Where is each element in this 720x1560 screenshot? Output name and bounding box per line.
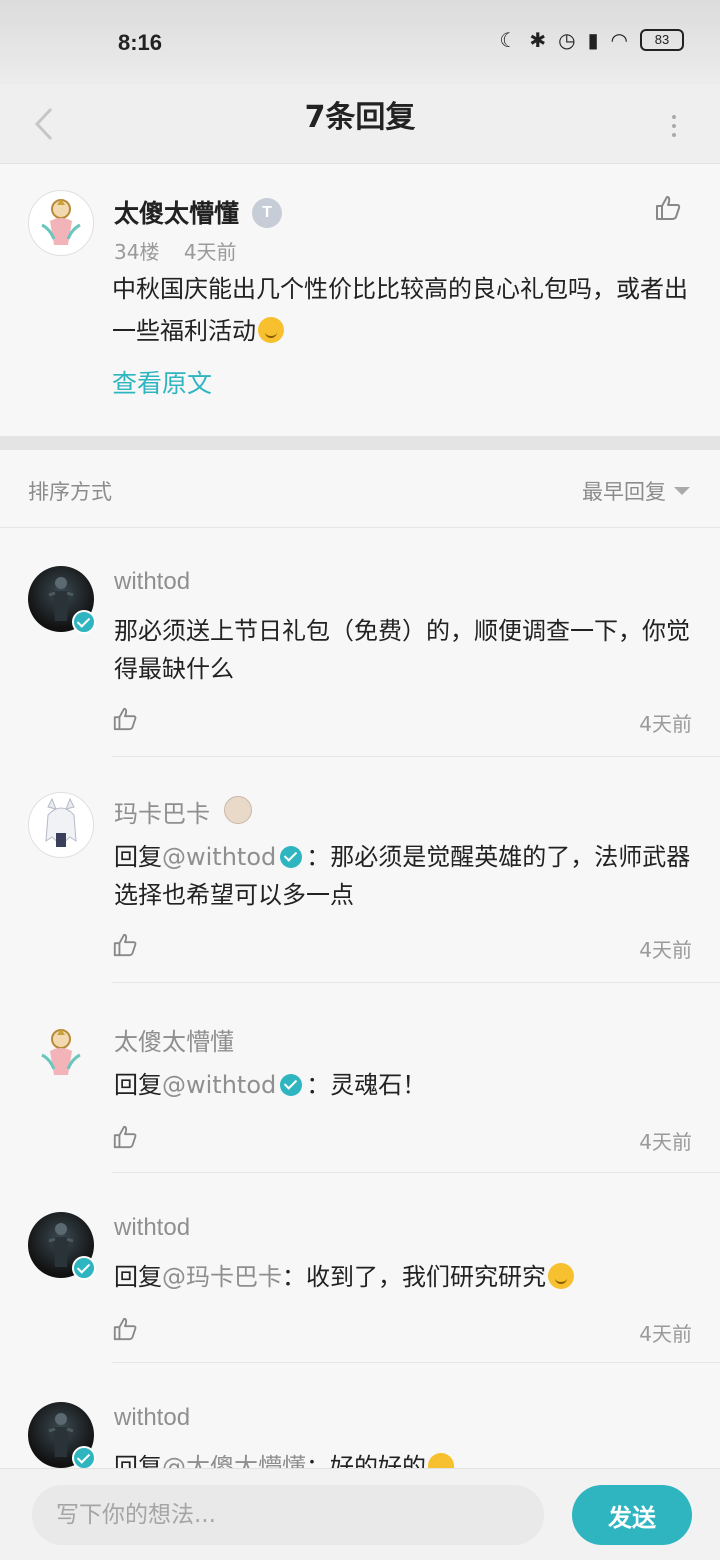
reply-body: ：好的好的	[306, 1453, 426, 1468]
thumbs-up-icon	[113, 1125, 137, 1149]
thumbs-up-icon	[113, 933, 137, 957]
mention-link[interactable]: @太傻太懵懂	[162, 1453, 306, 1468]
reply-avatar[interactable]	[28, 792, 94, 858]
caret-down-icon	[674, 487, 690, 495]
thumbs-up-icon	[113, 1317, 137, 1341]
view-original-link[interactable]: 查看原文	[112, 364, 212, 400]
reply-time: 4天前	[639, 1130, 692, 1154]
post-time: 4天前	[183, 240, 237, 264]
reply-divider	[112, 1172, 720, 1173]
sort-selected: 最早回复	[582, 480, 666, 504]
mention-link[interactable]: @玛卡巴卡	[162, 1263, 282, 1291]
post-floor: 34楼	[114, 240, 160, 264]
reply-like-button[interactable]	[112, 1316, 138, 1346]
battery-indicator: 83	[640, 29, 684, 51]
reply-avatar[interactable]	[28, 1020, 94, 1086]
reply-item: withtod 回复@太傻太懵懂：好的好的	[0, 1402, 720, 1468]
more-menu-button[interactable]	[664, 106, 684, 146]
reply-author[interactable]: 玛卡巴卡	[114, 794, 210, 829]
verified-badge-icon	[280, 1074, 303, 1096]
verified-badge-icon	[72, 610, 96, 634]
status-icons: ☾ ✱ ◷ ▮ ◠ 83	[499, 28, 684, 52]
reply-list: withtod 那必须送上节日礼包（免费）的，顺便调查一下，你觉得最缺什么 4天…	[0, 528, 720, 1468]
reply-item: 玛卡巴卡 回复@withtod ：那必须是觉醒英雄的了，法师武器选择也希望可以多一…	[0, 792, 720, 983]
alarm-icon: ◷	[558, 28, 576, 52]
reply-item: withtod 那必须送上节日礼包（免费）的，顺便调查一下，你觉得最缺什么 4天…	[0, 566, 720, 757]
reply-text: 回复@withtod ：灵魂石！	[114, 1066, 694, 1104]
post-author-name[interactable]: 太傻太懵懂	[114, 194, 239, 230]
bluetooth-icon: ✱	[529, 28, 547, 52]
verified-badge-icon	[72, 1256, 96, 1280]
mention-link[interactable]: @withtod	[162, 1071, 276, 1099]
grin-sweat-emoji-icon	[428, 1453, 454, 1468]
reply-author[interactable]: 太傻太懵懂	[114, 1022, 234, 1057]
status-time: 8:16	[118, 30, 163, 55]
more-dots-icon	[672, 115, 676, 119]
reply-time: 4天前	[639, 938, 692, 962]
reply-like-button[interactable]	[112, 1124, 138, 1154]
avatar-figure-icon	[41, 199, 81, 245]
reply-divider	[112, 982, 720, 983]
moon-icon: ☾	[499, 28, 518, 52]
reply-like-button[interactable]	[112, 706, 138, 736]
reply-author[interactable]: withtod	[114, 1404, 190, 1432]
status-bar: 8:16 ☾ ✱ ◷ ▮ ◠ 83	[0, 0, 720, 84]
reply-like-button[interactable]	[112, 932, 138, 962]
section-divider	[0, 436, 720, 450]
grin-sweat-emoji-icon	[548, 1263, 574, 1289]
sort-dropdown[interactable]: 最早回复	[582, 476, 690, 506]
relieved-emoji-icon	[258, 317, 284, 343]
wifi-icon: ◠	[610, 28, 628, 52]
reply-divider	[112, 756, 720, 757]
composer-bar: 发送	[0, 1468, 720, 1560]
reply-author[interactable]: withtod	[114, 568, 190, 596]
comment-input[interactable]	[32, 1485, 544, 1545]
reply-prefix: 回复	[114, 1071, 162, 1099]
post-meta: 34楼 4天前	[114, 236, 237, 265]
reply-time: 4天前	[639, 1322, 692, 1346]
reply-time: 4天前	[639, 712, 692, 736]
reply-text: 回复@太傻太懵懂：好的好的	[114, 1448, 694, 1468]
verified-badge-icon	[280, 846, 303, 868]
post-author-avatar[interactable]	[28, 190, 94, 256]
post-like-button[interactable]	[654, 194, 682, 226]
nav-bar: 7条回复	[0, 84, 720, 164]
reply-prefix: 回复	[114, 843, 162, 871]
reply-body: ：灵魂石！	[306, 1071, 427, 1099]
avatar-fox-girl-icon	[45, 797, 77, 847]
sort-bar: 排序方式 最早回复	[0, 450, 720, 528]
reply-divider	[112, 1362, 720, 1363]
post-body-text: 中秋国庆能出几个性价比比较高的良心礼包吗，或者出一些福利活动	[112, 275, 688, 345]
reply-prefix: 回复	[114, 1263, 162, 1291]
reply-author[interactable]: withtod	[114, 1214, 190, 1242]
avatar-figure-icon	[41, 1029, 81, 1075]
reply-text: 回复@withtod ：那必须是觉醒英雄的了，法师武器选择也希望可以多一点	[114, 838, 694, 914]
reply-body: ：收到了，我们研究研究	[282, 1263, 546, 1291]
signal-icon: ▮	[587, 28, 599, 52]
send-button[interactable]: 发送	[572, 1485, 692, 1545]
verified-badge-icon	[72, 1446, 96, 1468]
level-badge: T	[252, 198, 282, 228]
reply-text: 回复@玛卡巴卡：收到了，我们研究研究	[114, 1258, 694, 1296]
reply-item: 太傻太懵懂 回复@withtod ：灵魂石！ 4天前	[0, 1020, 720, 1173]
reply-text: 那必须送上节日礼包（免费）的，顺便调查一下，你觉得最缺什么	[114, 617, 690, 683]
reply-item: withtod 回复@玛卡巴卡：收到了，我们研究研究 4天前	[0, 1212, 720, 1363]
thumbs-up-icon	[113, 707, 137, 731]
reply-prefix: 回复	[114, 1453, 162, 1468]
mention-link[interactable]: @withtod	[162, 843, 276, 871]
original-post: 太傻太懵懂 T 34楼 4天前 中秋国庆能出几个性价比比较高的良心礼包吗，或者出…	[0, 164, 720, 436]
post-body: 中秋国庆能出几个性价比比较高的良心礼包吗，或者出一些福利活动	[112, 268, 692, 352]
fan-badge-icon	[224, 796, 252, 824]
page-title: 7条回复	[304, 100, 416, 135]
sort-label: 排序方式	[28, 480, 112, 504]
thumbs-up-icon	[656, 196, 681, 220]
